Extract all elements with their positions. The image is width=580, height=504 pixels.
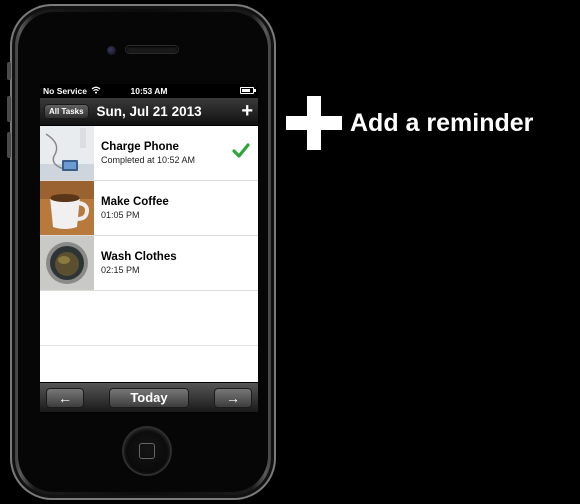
front-camera (107, 46, 116, 55)
task-subtitle: 01:05 PM (101, 210, 140, 220)
task-title: Charge Phone (101, 141, 179, 153)
task-row-wash-clothes[interactable]: Wash Clothes 02:15 PM (40, 236, 258, 291)
status-time: 10:53 AM (130, 86, 168, 96)
washing-machine-thumbnail (40, 236, 94, 290)
empty-row (40, 291, 258, 346)
all-tasks-button[interactable]: All Tasks (44, 104, 89, 119)
page-title: Sun, Jul 21 2013 (96, 104, 202, 119)
volume-down-button (7, 132, 11, 158)
bottom-toolbar: ← Today → (40, 382, 258, 412)
task-row-charge-phone[interactable]: Charge Phone Completed at 10:52 AM (40, 126, 258, 181)
task-title: Wash Clothes (101, 251, 177, 263)
volume-up-button (7, 96, 11, 122)
previous-day-button[interactable]: ← (46, 387, 84, 408)
home-square-icon (139, 443, 155, 459)
app-screen: No Service 10:53 AM All Tasks Sun, Jul 2… (40, 84, 258, 412)
task-subtitle: 02:15 PM (101, 265, 140, 275)
next-day-button[interactable]: → (214, 387, 252, 408)
status-bar: No Service 10:53 AM (40, 84, 258, 98)
task-row-make-coffee[interactable]: Make Coffee 01:05 PM (40, 181, 258, 236)
task-subtitle: Completed at 10:52 AM (101, 155, 196, 165)
today-button[interactable]: Today (109, 387, 189, 408)
caption: Add a reminder (286, 96, 533, 150)
checkmark-icon (232, 143, 250, 164)
phone-charging-thumbnail (40, 126, 94, 180)
add-task-button[interactable]: + (241, 101, 253, 121)
plus-icon (286, 96, 342, 150)
task-title: Make Coffee (101, 196, 169, 208)
navigation-bar: All Tasks Sun, Jul 21 2013 + (40, 98, 258, 126)
mute-switch (7, 62, 11, 80)
coffee-mug-thumbnail (40, 181, 94, 235)
earpiece-speaker (126, 46, 178, 53)
home-button[interactable] (124, 428, 170, 474)
caption-text: Add a reminder (350, 108, 534, 137)
battery-icon (240, 87, 256, 94)
task-list: Charge Phone Completed at 10:52 AM Make … (40, 126, 258, 401)
